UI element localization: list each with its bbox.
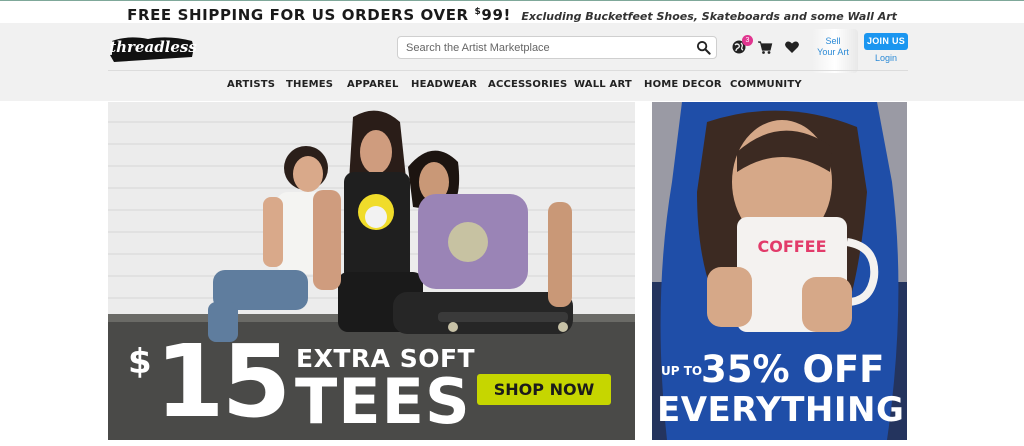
sale-percent: 35% OFF bbox=[701, 348, 885, 391]
sale-prefix: UP TO bbox=[661, 364, 703, 378]
nav-divider bbox=[108, 70, 908, 71]
search-icon[interactable] bbox=[696, 40, 711, 55]
search-input[interactable] bbox=[406, 40, 686, 56]
notification-badge: 3 bbox=[742, 35, 753, 46]
price-amount: 15 bbox=[155, 323, 291, 440]
nav-item-home-decor[interactable]: HOME DECOR bbox=[644, 79, 722, 90]
sell-your-art-link[interactable]: Sell Your Art bbox=[812, 36, 854, 58]
shop-now-button[interactable]: SHOP NOW bbox=[477, 374, 611, 405]
logo-text: threadless bbox=[109, 38, 197, 56]
site-header: threadless 3 Sell Your Art JOIN US Login… bbox=[0, 23, 1024, 101]
search-bar bbox=[397, 36, 717, 59]
nav-item-accessories[interactable]: ACCESSORIES bbox=[488, 79, 567, 90]
nav-item-themes[interactable]: THEMES bbox=[286, 79, 333, 90]
login-link[interactable]: Login bbox=[864, 53, 908, 63]
promo-headline: FREE SHIPPING FOR US ORDERS OVER $99! bbox=[127, 6, 511, 24]
nav-item-artists[interactable]: ARTISTS bbox=[227, 79, 275, 90]
promo-disclaimer: Excluding Bucketfeet Shoes, Skateboards … bbox=[521, 10, 897, 23]
sell-line-1: Sell bbox=[825, 36, 841, 46]
tees-headline-line2: TEES bbox=[295, 365, 471, 438]
nav-item-headwear[interactable]: HEADWEAR bbox=[411, 79, 477, 90]
nav-item-wall-art[interactable]: WALL ART bbox=[574, 79, 632, 90]
mug-coffee-text: COFFEE bbox=[757, 237, 826, 256]
sell-line-2: Your Art bbox=[817, 47, 849, 57]
nav-item-apparel[interactable]: APPAREL bbox=[347, 79, 399, 90]
heart-icon[interactable] bbox=[784, 39, 800, 55]
threadless-logo[interactable]: threadless bbox=[108, 33, 198, 63]
main-nav: ARTISTS THEMES APPAREL HEADWEAR ACCESSOR… bbox=[0, 79, 1024, 93]
nav-item-community[interactable]: COMMUNITY bbox=[730, 79, 802, 90]
price-dollar-sign: $ bbox=[128, 342, 152, 382]
sale-headline: EVERYTHING bbox=[657, 390, 905, 430]
join-us-button[interactable]: JOIN US bbox=[864, 33, 908, 50]
cart-icon[interactable] bbox=[757, 39, 773, 55]
promo-banner: FREE SHIPPING FOR US ORDERS OVER $99! Ex… bbox=[0, 0, 1024, 24]
